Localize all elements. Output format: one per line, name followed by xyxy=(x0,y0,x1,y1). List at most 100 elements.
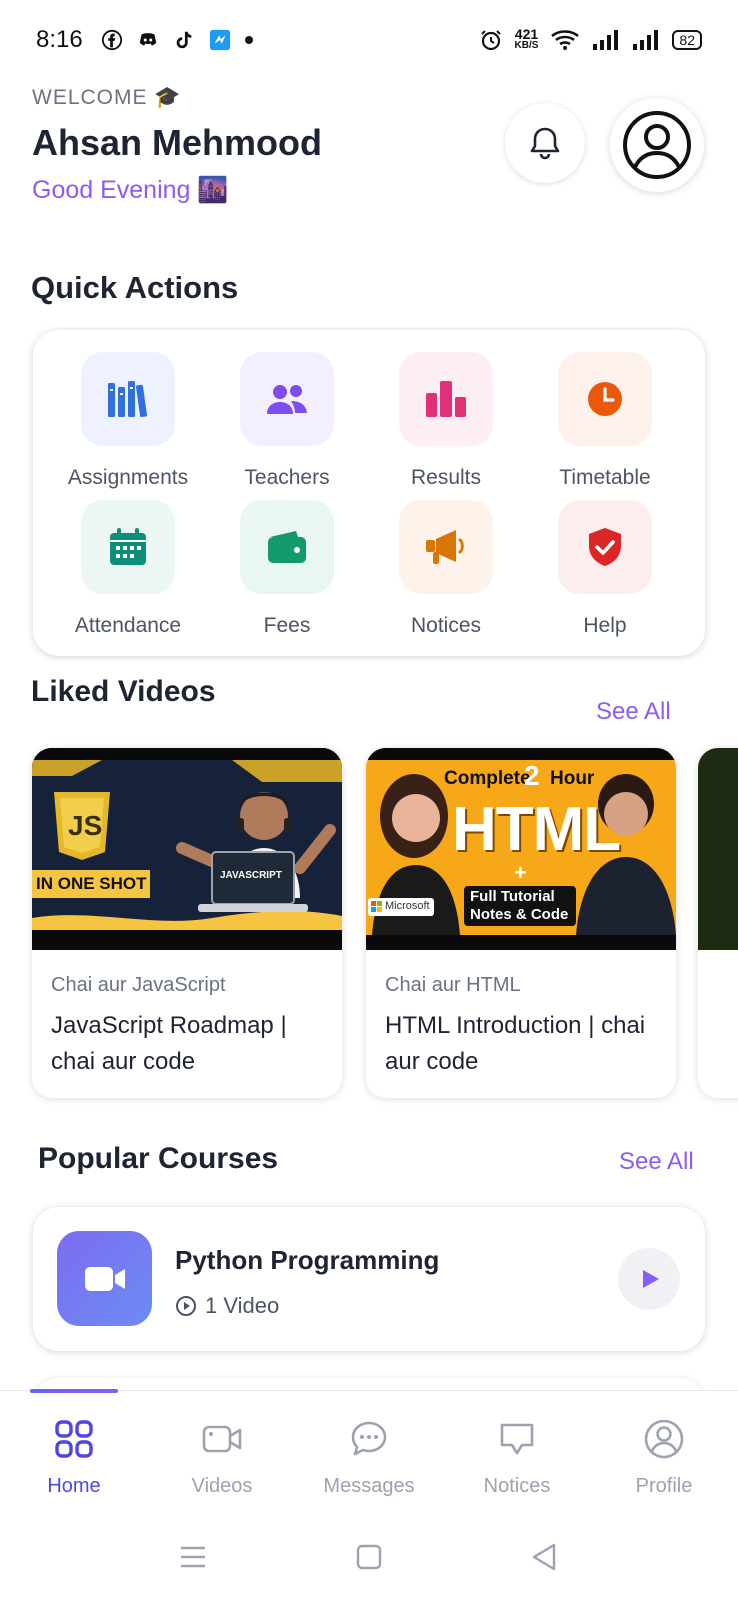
thumbnail-big-text: HTML xyxy=(452,795,621,864)
notices-tile xyxy=(399,500,493,594)
course-meta: 1 Video xyxy=(175,1293,279,1319)
status-time: 8:16 xyxy=(36,26,83,53)
quick-action-fees[interactable]: Fees xyxy=(206,500,368,638)
tiktok-icon xyxy=(176,31,192,49)
nav-label: Profile xyxy=(635,1475,693,1497)
liked-videos-title: Liked Videos xyxy=(31,675,216,708)
course-video-count: 1 Video xyxy=(205,1293,280,1318)
megaphone-icon xyxy=(426,530,464,564)
nav-item-messages[interactable]: Messages xyxy=(304,1417,434,1498)
results-tile xyxy=(399,352,493,446)
quick-action-label: Fees xyxy=(263,614,311,637)
back-icon[interactable] xyxy=(530,1542,558,1572)
quick-action-label: Results xyxy=(410,466,482,489)
js-badge-text: JS xyxy=(68,810,103,841)
nav-active-indicator xyxy=(30,1389,118,1393)
quick-action-label: Attendance xyxy=(74,614,182,637)
alarm-icon xyxy=(480,30,501,51)
bottom-nav: Home Videos Messages Notices Profile xyxy=(0,1389,738,1520)
facebook-icon xyxy=(101,29,122,51)
quick-action-results[interactable]: Results xyxy=(365,352,527,490)
javascript-thumbnail-art xyxy=(32,748,342,950)
grid-icon xyxy=(9,1417,139,1461)
course-card[interactable]: Python Programming 1 Video xyxy=(33,1207,705,1351)
home-square-icon[interactable] xyxy=(355,1542,383,1572)
user-avatar-icon xyxy=(623,111,691,179)
status-bar: 8:16 421 KB/S 82 xyxy=(0,0,738,80)
quick-action-teachers[interactable]: Teachers xyxy=(206,352,368,490)
status-left: 8:16 xyxy=(36,26,253,54)
quick-action-notices[interactable]: Notices xyxy=(365,500,527,638)
welcome-label: WELCOME 🎓 xyxy=(32,86,182,109)
fees-tile xyxy=(240,500,334,594)
course-thumbnail xyxy=(57,1231,152,1326)
video-card[interactable]: JS IN ONE SHOT JAVASCRIPT Chai aur JavaS… xyxy=(32,748,342,1098)
video-channel: Chai aur JavaScript xyxy=(51,974,226,996)
liked-videos-see-all-link[interactable]: See All xyxy=(596,698,671,726)
nav-label: Home xyxy=(47,1475,101,1497)
nav-label: Notices xyxy=(483,1475,551,1497)
user-circle-icon xyxy=(599,1417,729,1461)
shield-check-icon xyxy=(589,528,621,566)
wallet-icon xyxy=(268,531,306,563)
thumbnail-note-line2: Notes & Code xyxy=(470,906,569,923)
quick-action-timetable[interactable]: Timetable xyxy=(524,352,686,490)
assignments-tile xyxy=(81,352,175,446)
play-button[interactable] xyxy=(618,1248,680,1310)
clock-icon xyxy=(588,382,622,416)
avatar[interactable] xyxy=(610,98,704,192)
quick-action-label: Timetable xyxy=(559,466,651,489)
nav-item-profile[interactable]: Profile xyxy=(599,1417,729,1498)
app-icon xyxy=(209,29,230,51)
timetable-tile xyxy=(558,352,652,446)
bar-chart-icon xyxy=(426,381,466,417)
video-title: HTML Introduction | chai aur code xyxy=(385,1012,646,1075)
quick-actions-title: Quick Actions xyxy=(31,270,239,305)
video-card[interactable]: Complete 2 Hour HTML + Full Tutorial Not… xyxy=(366,748,676,1098)
play-circle-icon xyxy=(176,1296,196,1316)
quick-action-label: Notices xyxy=(410,614,482,637)
help-tile xyxy=(558,500,652,594)
signal-icon xyxy=(593,30,619,50)
net-speed: 421 KB/S xyxy=(514,26,539,52)
nav-label: Videos xyxy=(191,1475,253,1497)
thumbnail-note-line1: Full Tutorial xyxy=(470,888,555,905)
nav-item-notices[interactable]: Notices xyxy=(452,1417,582,1498)
chat-bubble-icon xyxy=(304,1417,434,1461)
video-thumbnail xyxy=(698,748,738,950)
menu-icon[interactable] xyxy=(178,1542,208,1572)
dot-icon xyxy=(244,36,253,44)
thumbnail-top-text: Complete xyxy=(444,768,531,789)
quick-action-label: Assignments xyxy=(67,466,189,489)
popular-courses-title: Popular Courses xyxy=(38,1142,279,1175)
wifi-icon xyxy=(551,30,580,50)
quick-action-attendance[interactable]: Attendance xyxy=(47,500,209,638)
thumbnail-brand: Microsoft xyxy=(385,900,430,912)
quick-action-label: Teachers xyxy=(244,466,330,489)
net-speed-value: 421 xyxy=(514,26,539,42)
video-camera-icon xyxy=(157,1417,287,1461)
books-icon xyxy=(108,381,147,418)
notifications-button[interactable] xyxy=(505,103,585,183)
thumbnail-screen-text: JAVASCRIPT xyxy=(220,870,282,881)
popular-courses-see-all-link[interactable]: See All xyxy=(619,1148,694,1176)
battery-indicator: 82 xyxy=(672,30,702,50)
course-title: Python Programming xyxy=(175,1245,440,1275)
notice-icon xyxy=(452,1417,582,1461)
quick-actions-card: Assignments Teachers Results Timetable A… xyxy=(33,330,705,656)
user-name: Ahsan Mehmood xyxy=(32,122,323,163)
video-card-peek[interactable] xyxy=(698,748,738,1098)
quick-action-help[interactable]: Help xyxy=(524,500,686,638)
play-icon xyxy=(643,1270,659,1288)
nav-item-videos[interactable]: Videos xyxy=(157,1417,287,1498)
bell-icon xyxy=(530,127,560,160)
quick-action-assignments[interactable]: Assignments xyxy=(47,352,209,490)
video-camera-icon xyxy=(84,1266,125,1291)
people-icon xyxy=(267,385,307,414)
nav-label: Messages xyxy=(323,1475,415,1497)
thumbnail-hour-text: Hour xyxy=(550,768,595,789)
thumbnail-plus: + xyxy=(514,860,527,885)
nav-item-home[interactable]: Home xyxy=(9,1417,139,1498)
thumbnail-number-text: 2 xyxy=(524,760,540,791)
calendar-icon xyxy=(110,528,146,565)
